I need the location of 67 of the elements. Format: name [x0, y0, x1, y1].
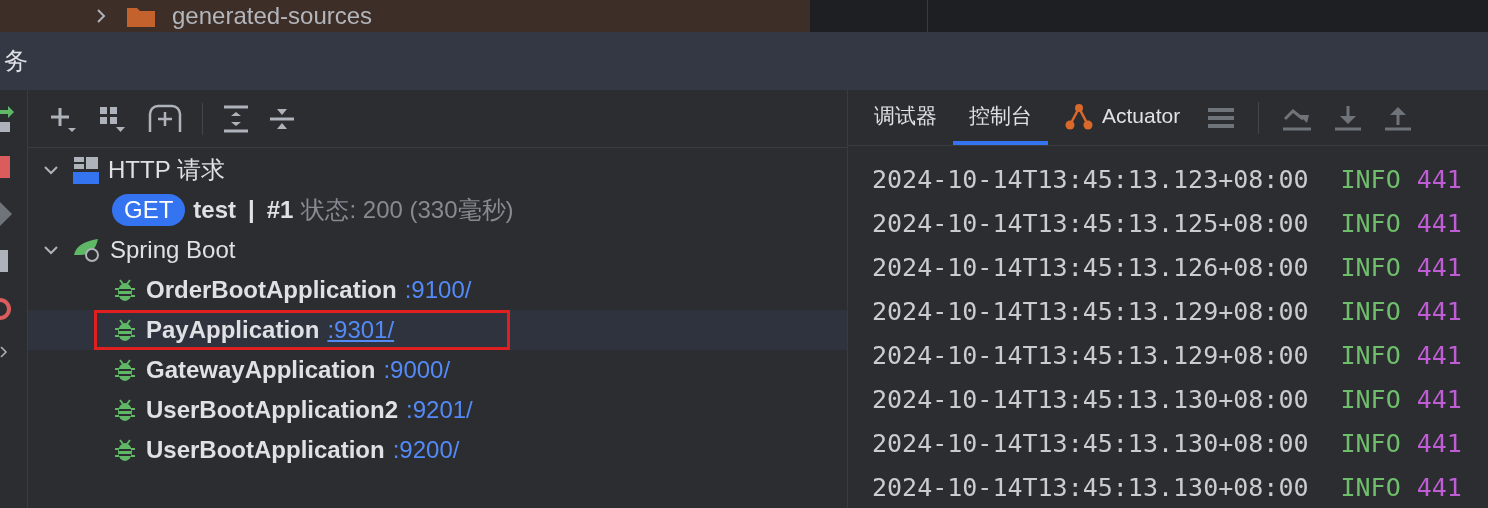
log-level: INFO — [1340, 296, 1401, 328]
service-row[interactable]: PayApplication :9301/ — [28, 310, 847, 350]
log-pid: 441 — [1416, 384, 1462, 416]
bug-icon — [112, 277, 138, 303]
service-row[interactable]: GatewayApplication :9000/ — [28, 350, 847, 390]
service-row[interactable]: UserBootApplication :9200/ — [28, 430, 847, 470]
log-timestamp: 2024-10-14T13:45:13.130+08:00 — [872, 384, 1309, 416]
api-icon — [72, 155, 100, 185]
log-timestamp: 2024-10-14T13:45:13.129+08:00 — [872, 296, 1309, 328]
log-timestamp: 2024-10-14T13:45:13.125+08:00 — [872, 208, 1309, 240]
service-name: UserBootApplication — [146, 435, 385, 465]
log-level: INFO — [1340, 208, 1401, 240]
log-level: INFO — [1340, 164, 1401, 196]
bug-icon — [112, 357, 138, 383]
tab[interactable]: 调试器 — [858, 90, 953, 145]
service-name: GatewayApplication — [146, 355, 376, 385]
run-number: #1 — [266, 195, 294, 225]
request-name[interactable]: test — [193, 192, 237, 228]
service-name: UserBootApplication2 — [146, 395, 399, 425]
log-timestamp: 2024-10-14T13:45:13.130+08:00 — [872, 472, 1309, 504]
menu-icon[interactable] — [1208, 106, 1235, 129]
tab[interactable]: 控制台 — [953, 90, 1048, 145]
log-timestamp: 2024-10-14T13:45:13.126+08:00 — [872, 252, 1309, 284]
leaf-icon — [72, 237, 102, 263]
port-link[interactable]: :9301/ — [327, 312, 395, 348]
log-pid: 441 — [1416, 296, 1462, 328]
log-pid: 441 — [1416, 340, 1462, 372]
log-timestamp: 2024-10-14T13:45:13.129+08:00 — [872, 340, 1309, 372]
status-text: 状态: 200 (330毫秒) — [301, 195, 514, 225]
port-link[interactable]: :9000/ — [383, 352, 451, 388]
log-level: INFO — [1340, 384, 1401, 416]
bug-icon — [112, 317, 138, 343]
log-pid: 441 — [1416, 252, 1462, 284]
log-pid: 441 — [1416, 208, 1462, 240]
tree-node-label[interactable]: HTTP 请求 — [108, 152, 225, 188]
separator-text: | — [247, 195, 256, 225]
log-pid: 441 — [1416, 472, 1462, 504]
tree-node-label[interactable]: Spring Boot — [110, 232, 236, 268]
new-tab-icon[interactable] — [148, 103, 182, 134]
service-row[interactable]: OrderBootApplication :9100/ — [28, 270, 847, 310]
port-link[interactable]: :9201/ — [406, 392, 473, 428]
log-timestamp: 2024-10-14T13:45:13.123+08:00 — [872, 164, 1309, 196]
service-row[interactable]: UserBootApplication2 :9201/ — [28, 390, 847, 430]
log-level: INFO — [1340, 428, 1401, 460]
method-badge: GET — [112, 194, 186, 226]
service-name: OrderBootApplication — [146, 275, 397, 305]
log-level: INFO — [1340, 472, 1401, 504]
expand-all-icon[interactable] — [223, 103, 249, 134]
log-level: INFO — [1340, 252, 1401, 284]
port-link[interactable]: :9200/ — [392, 432, 460, 468]
bug-icon — [112, 397, 138, 423]
tool-window-title: 务 — [3, 46, 28, 76]
rerun-icon[interactable] — [0, 106, 14, 132]
run-icon[interactable] — [0, 202, 12, 226]
log-level: INFO — [1340, 340, 1401, 372]
upload-icon[interactable] — [1385, 104, 1412, 131]
bug-icon — [112, 437, 138, 463]
port-link[interactable]: :9100/ — [404, 272, 472, 308]
download-icon[interactable] — [1335, 104, 1362, 131]
ring-icon[interactable] — [0, 296, 12, 322]
log-timestamp: 2024-10-14T13:45:13.130+08:00 — [872, 428, 1309, 460]
tab[interactable]: Actuator — [1048, 90, 1197, 145]
tree-node-label[interactable]: generated-sources — [172, 2, 373, 30]
log-pid: 441 — [1416, 428, 1462, 460]
log-pid: 441 — [1416, 164, 1462, 196]
chevron-right-icon[interactable] — [0, 346, 8, 358]
service-name: PayApplication — [146, 315, 320, 345]
